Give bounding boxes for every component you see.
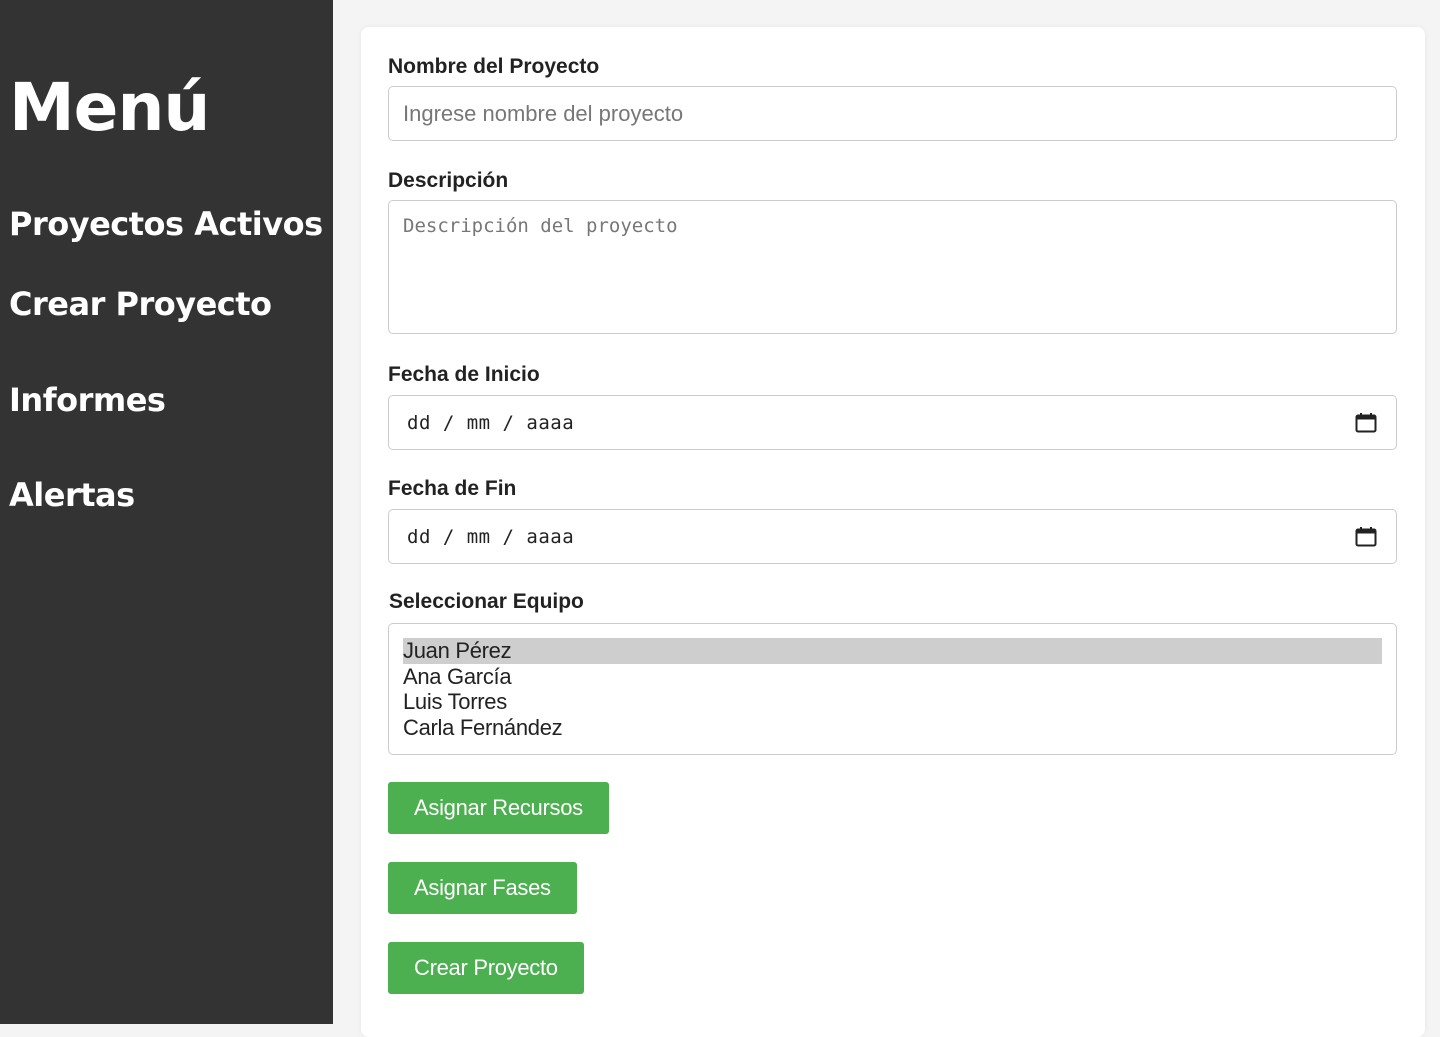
description-label: Descripción (388, 169, 509, 192)
calendar-icon[interactable] (1354, 411, 1378, 435)
team-option-luis-torres[interactable]: Luis Torres (403, 689, 1382, 715)
sidebar-item-alertas[interactable]: Alertas (9, 475, 135, 515)
start-date-label: Fecha de Inicio (388, 363, 540, 386)
team-label: Seleccionar Equipo (389, 590, 584, 613)
sidebar-item-informes[interactable]: Informes (9, 380, 166, 420)
end-date-label: Fecha de Fin (388, 477, 517, 500)
team-select[interactable]: Juan Pérez Ana García Luis Torres Carla … (388, 623, 1397, 755)
create-project-button[interactable]: Crear Proyecto (388, 942, 584, 994)
team-option-juan-perez[interactable]: Juan Pérez (403, 638, 1382, 664)
calendar-icon[interactable] (1354, 525, 1378, 549)
sidebar: Menú Proyectos Activos Crear Proyecto In… (0, 0, 333, 1024)
menu-title: Menú (9, 69, 210, 146)
start-date-input[interactable]: dd / mm / aaaa (388, 395, 1397, 450)
project-name-input[interactable] (388, 86, 1397, 141)
description-textarea[interactable] (388, 200, 1397, 334)
sidebar-item-crear-proyecto[interactable]: Crear Proyecto (9, 284, 272, 324)
project-name-label: Nombre del Proyecto (388, 55, 600, 78)
end-date-input[interactable]: dd / mm / aaaa (388, 509, 1397, 564)
assign-resources-button[interactable]: Asignar Recursos (388, 782, 609, 834)
team-option-ana-garcia[interactable]: Ana García (403, 664, 1382, 690)
end-date-value: dd / mm / aaaa (407, 525, 575, 548)
assign-phases-button[interactable]: Asignar Fases (388, 862, 577, 914)
sidebar-item-proyectos-activos[interactable]: Proyectos Activos (9, 204, 323, 244)
team-option-carla-fernandez[interactable]: Carla Fernández (403, 715, 1382, 741)
start-date-value: dd / mm / aaaa (407, 411, 575, 434)
